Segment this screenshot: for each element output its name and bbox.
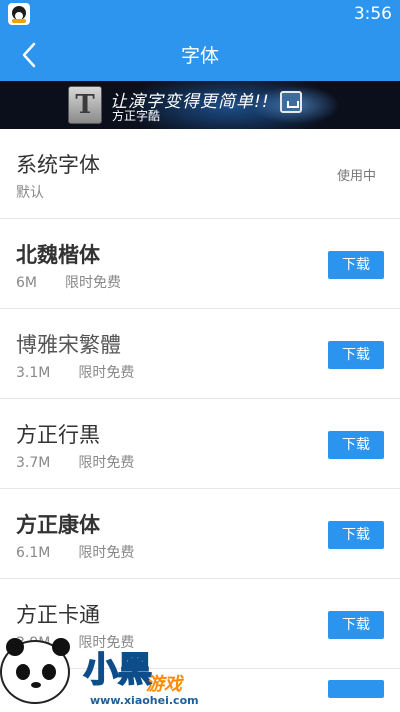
watermark-game: 游戏 xyxy=(146,674,182,695)
panda-icon xyxy=(0,638,70,704)
font-row-system[interactable]: 系统字体 默认 使用中 xyxy=(0,129,400,219)
page-title: 字体 xyxy=(180,45,219,67)
free-tag: 限时免费 xyxy=(65,275,121,291)
in-use-label: 使用中 xyxy=(336,169,376,184)
status-bar: 3:56 xyxy=(0,0,400,28)
font-name: 方正行黒 xyxy=(16,423,100,447)
bag-icon xyxy=(280,91,302,113)
font-row[interactable]: 博雅宋繁體 3.1M 限时免费 下载 xyxy=(0,309,400,399)
download-button[interactable]: 下载 xyxy=(328,611,384,639)
banner-brand: 方正字酷 xyxy=(112,109,161,123)
font-size: 6M xyxy=(16,275,37,291)
font-size: 3.7M xyxy=(16,455,51,471)
font-name: 系统字体 xyxy=(16,153,100,177)
status-time: 3:56 xyxy=(353,4,392,24)
font-meta: 6.1M 限时免费 xyxy=(16,542,134,562)
free-tag: 限时免费 xyxy=(78,455,135,471)
font-subtitle: 默认 xyxy=(16,185,44,201)
download-button[interactable]: 下载 xyxy=(328,341,384,369)
ad-banner[interactable]: T 让演字变得更简单!! 方正字酷 xyxy=(0,81,400,129)
download-button[interactable]: 下载 xyxy=(328,431,384,459)
font-name: 方正康体 xyxy=(16,513,100,537)
font-size: 3.1M xyxy=(16,365,51,381)
watermark-logo: 小黑 游戏 www.xiaohei.com xyxy=(0,638,270,712)
font-meta: 6M 限时免费 xyxy=(16,272,121,292)
font-row[interactable]: 方正康体 6.1M 限时免费 下载 xyxy=(0,489,400,579)
download-button-partial[interactable] xyxy=(328,680,384,698)
qq-penguin-icon xyxy=(8,3,30,25)
title-bar: 字体 xyxy=(0,28,400,81)
font-name: 博雅宋繁體 xyxy=(16,333,121,357)
watermark-url: www.xiaohei.com xyxy=(90,694,199,707)
download-button[interactable]: 下载 xyxy=(328,521,384,549)
font-name: 方正卡通 xyxy=(16,603,100,627)
free-tag: 限时免费 xyxy=(78,545,135,561)
font-meta: 3.7M 限时免费 xyxy=(16,452,134,472)
font-meta: 3.1M 限时免费 xyxy=(16,362,134,382)
download-button[interactable]: 下载 xyxy=(328,251,384,279)
font-name: 北魏楷体 xyxy=(16,243,100,267)
font-size: 6.1M xyxy=(16,545,51,561)
banner-logo: T xyxy=(68,86,102,124)
watermark-big: 小黑 xyxy=(83,649,153,691)
free-tag: 限时免费 xyxy=(78,365,135,381)
font-row[interactable]: 方正行黒 3.7M 限时免费 下载 xyxy=(0,399,400,489)
font-row[interactable]: 北魏楷体 6M 限时免费 下载 xyxy=(0,219,400,309)
